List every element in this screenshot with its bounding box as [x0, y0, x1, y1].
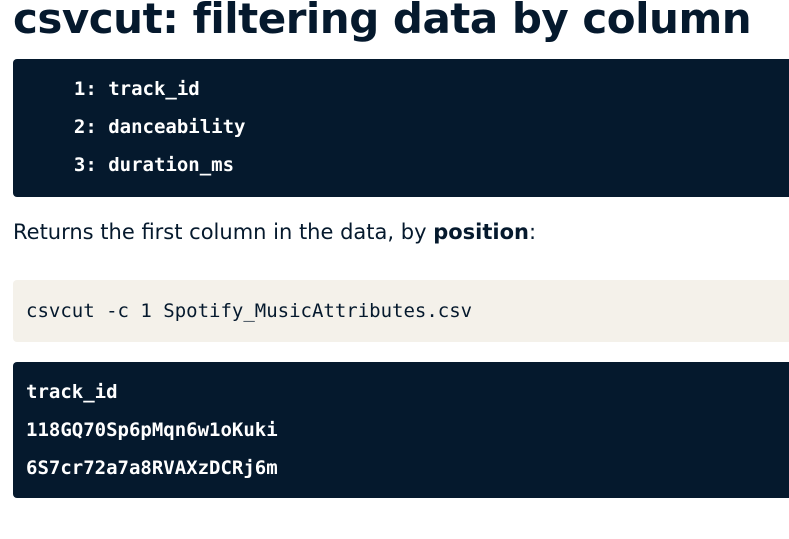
output-line: 118GQ70Sp6pMqn6w1oKuki [26, 419, 278, 441]
command-block: csvcut -c 1 Spotify_MusicAttributes.csv [13, 280, 789, 342]
page-title: csvcut: filtering data by column [13, 0, 752, 43]
result-output: track_id 118GQ70Sp6pMqn6w1oKuki 6S7cr72a… [13, 362, 789, 498]
output-line: 6S7cr72a7a8RVAXzDCRj6m [26, 457, 278, 479]
description-text: Returns the first column in the data, by [13, 220, 434, 244]
output-line: 3: duration_ms [51, 154, 235, 176]
output-line: track_id [26, 381, 118, 403]
output-line: 1: track_id [51, 78, 200, 100]
description-suffix: : [528, 220, 537, 244]
description: Returns the first column in the data, by… [13, 220, 536, 244]
output-line: 2: danceability [51, 116, 246, 138]
description-emphasis: position [433, 220, 529, 244]
column-list-output: 1: track_id 2: danceability 3: duration_… [13, 59, 789, 197]
